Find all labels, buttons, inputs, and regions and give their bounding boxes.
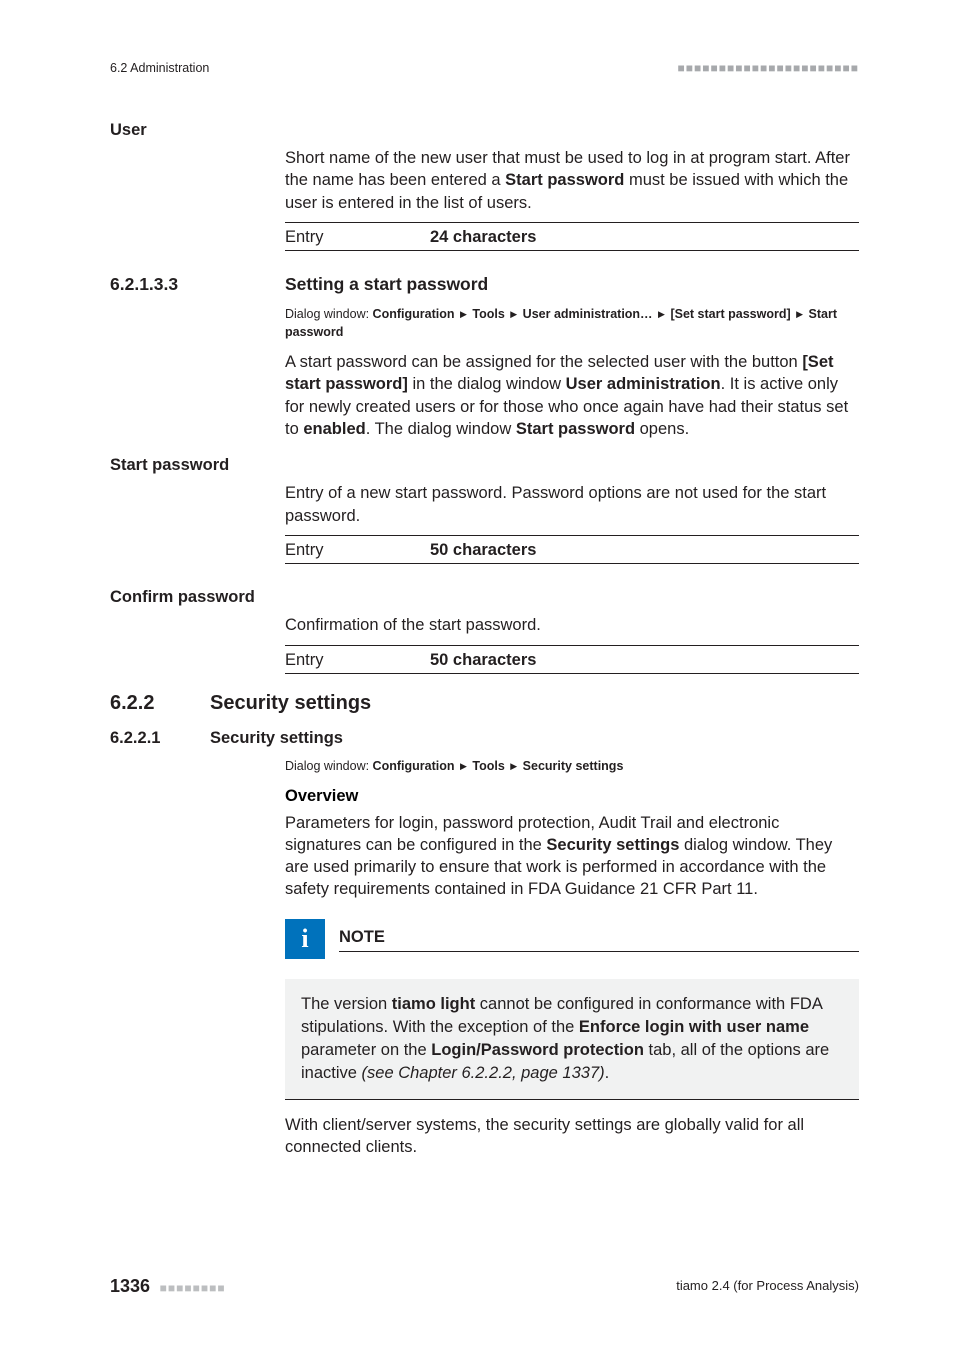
heading-number: 6.2.2 [110, 690, 210, 717]
entry-value: 24 characters [430, 226, 536, 248]
field-label-confirm-password: Confirm password [110, 586, 859, 608]
dialog-path: Dialog window: Configuration ▶ Tools ▶ U… [285, 305, 859, 341]
info-icon: i [285, 919, 325, 959]
triangle-icon: ▶ [508, 761, 519, 771]
entry-value: 50 characters [430, 649, 536, 671]
confirm-password-entry-row: Entry 50 characters [285, 645, 859, 674]
header-decoration: ■■■■■■■■■■■■■■■■■■■■■■ [678, 60, 859, 76]
page-footer: 1336 ■■■■■■■■ tiamo 2.4 (for Process Ana… [110, 1274, 859, 1298]
heading-6-2-2-1: 6.2.2.1 Security settings [110, 727, 859, 749]
start-password-description: A start password can be assigned for the… [285, 351, 859, 440]
entry-value: 50 characters [430, 539, 536, 561]
sec-6-2-1-3-3-body: Dialog window: Configuration ▶ Tools ▶ U… [285, 305, 859, 440]
note-text: The version tiamo light cannot be config… [301, 993, 843, 1085]
note-header: i NOTE [285, 919, 859, 959]
user-description: Short name of the new user that must be … [285, 147, 859, 214]
sec-6-2-2-1-body: Dialog window: Configuration ▶ Tools ▶ S… [285, 757, 859, 1158]
user-block: Short name of the new user that must be … [285, 147, 859, 251]
entry-label: Entry [285, 539, 430, 561]
footer-left: 1336 ■■■■■■■■ [110, 1274, 226, 1298]
dialog-path-security: Dialog window: Configuration ▶ Tools ▶ S… [285, 757, 859, 775]
entry-label: Entry [285, 226, 430, 248]
triangle-icon: ▶ [458, 761, 469, 771]
triangle-icon: ▶ [794, 309, 805, 319]
header-section: 6.2 Administration [110, 60, 209, 77]
triangle-icon: ▶ [508, 309, 519, 319]
user-entry-row: Entry 24 characters [285, 222, 859, 251]
heading-number: 6.2.2.1 [110, 727, 210, 749]
triangle-icon: ▶ [458, 309, 469, 319]
heading-title: Security settings [210, 690, 371, 717]
start-password-para: Entry of a new start password. Password … [285, 482, 859, 527]
heading-number: 6.2.1.3.3 [110, 273, 285, 297]
note-box: i NOTE The version tiamo light cannot be… [285, 919, 859, 1100]
page-number: 1336 [110, 1276, 150, 1296]
heading-6-2-2: 6.2.2 Security settings [110, 690, 859, 717]
triangle-icon: ▶ [656, 309, 667, 319]
footer-right: tiamo 2.4 (for Process Analysis) [676, 1277, 859, 1295]
heading-title: Security settings [210, 727, 343, 749]
overview-heading: Overview [285, 785, 859, 807]
field-label-user: User [110, 119, 859, 141]
note-title: NOTE [339, 926, 859, 952]
confirm-password-para: Confirmation of the start password. [285, 614, 859, 636]
note-body: The version tiamo light cannot be config… [285, 979, 859, 1100]
start-password-entry-row: Entry 50 characters [285, 535, 859, 564]
closing-para: With client/server systems, the security… [285, 1114, 859, 1159]
start-password-block: Entry of a new start password. Password … [285, 482, 859, 564]
entry-label: Entry [285, 649, 430, 671]
field-label-start-password: Start password [110, 454, 859, 476]
running-header: 6.2 Administration ■■■■■■■■■■■■■■■■■■■■■… [110, 60, 859, 77]
heading-6-2-1-3-3: 6.2.1.3.3 Setting a start password [110, 273, 859, 297]
note-title-wrap: NOTE [339, 926, 859, 952]
overview-para: Parameters for login, password protectio… [285, 812, 859, 901]
confirm-password-block: Confirmation of the start password. Entr… [285, 614, 859, 674]
heading-title: Setting a start password [285, 273, 488, 297]
footer-decoration: ■■■■■■■■ [160, 1281, 226, 1295]
